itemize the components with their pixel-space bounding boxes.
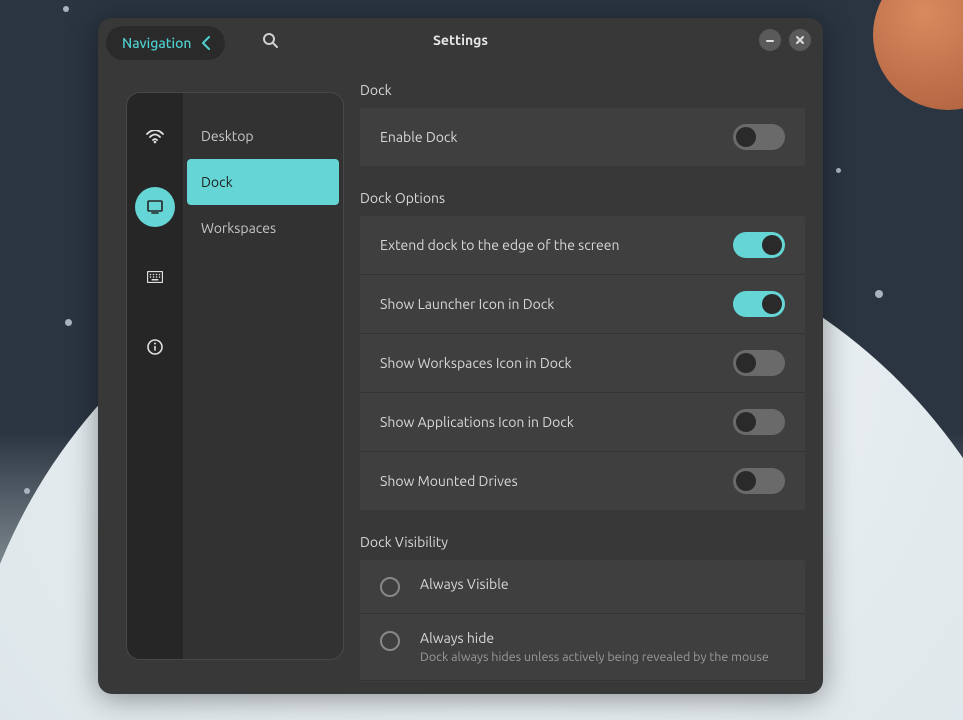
search-icon bbox=[262, 32, 278, 48]
row-label: Show Mounted Drives bbox=[380, 473, 518, 489]
row-extend-dock: Extend dock to the edge of the screen bbox=[360, 216, 805, 275]
titlebar: Navigation Settings bbox=[98, 18, 823, 62]
row-label: Show Workspaces Icon in Dock bbox=[380, 355, 572, 371]
sidebar-subcolumn: Desktop Dock Workspaces bbox=[183, 93, 343, 659]
row-workspaces-icon: Show Workspaces Icon in Dock bbox=[360, 334, 805, 393]
sidebar-item-label: Workspaces bbox=[201, 220, 276, 236]
toggle-mounted-drives[interactable] bbox=[733, 468, 785, 494]
section-dock: Enable Dock bbox=[360, 108, 805, 166]
row-launcher-icon: Show Launcher Icon in Dock bbox=[360, 275, 805, 334]
settings-window: Navigation Settings bbox=[98, 18, 823, 694]
sidebar-item-label: Dock bbox=[201, 174, 233, 190]
search-button[interactable] bbox=[257, 27, 283, 53]
sidebar-item-label: Desktop bbox=[201, 128, 254, 144]
radio-label: Always Visible bbox=[420, 576, 509, 592]
nav-back-button[interactable]: Navigation bbox=[106, 26, 225, 60]
row-applications-icon: Show Applications Icon in Dock bbox=[360, 393, 805, 452]
sidebar-category-wifi[interactable] bbox=[135, 117, 175, 157]
content-pane[interactable]: Dock Enable Dock Dock Options Extend doc… bbox=[344, 62, 819, 682]
toggle-enable-dock[interactable] bbox=[733, 124, 785, 150]
section-options: Extend dock to the edge of the screen Sh… bbox=[360, 216, 805, 510]
sidebar-category-keyboard[interactable] bbox=[135, 257, 175, 297]
info-icon bbox=[147, 339, 163, 355]
sidebar-item-dock[interactable]: Dock bbox=[187, 159, 339, 205]
radio-icon bbox=[380, 631, 400, 651]
section-heading-visibility: Dock Visibility bbox=[360, 528, 819, 560]
keyboard-icon bbox=[147, 271, 163, 283]
minimize-button[interactable] bbox=[759, 29, 781, 51]
radio-intelligently-hide[interactable]: Intelligently hide Dock hides when any w… bbox=[360, 681, 805, 682]
window-title: Settings bbox=[433, 32, 488, 48]
sidebar-item-desktop[interactable]: Desktop bbox=[183, 113, 343, 159]
toggle-applications-icon[interactable] bbox=[733, 409, 785, 435]
row-mounted-drives: Show Mounted Drives bbox=[360, 452, 805, 510]
section-heading-dock: Dock bbox=[360, 76, 819, 108]
nav-label: Navigation bbox=[122, 35, 191, 51]
chevron-left-icon bbox=[201, 36, 211, 50]
sidebar-category-info[interactable] bbox=[135, 327, 175, 367]
toggle-extend-dock[interactable] bbox=[733, 232, 785, 258]
toggle-launcher-icon[interactable] bbox=[733, 291, 785, 317]
minimize-icon bbox=[765, 35, 775, 45]
row-label: Enable Dock bbox=[380, 129, 458, 145]
toggle-workspaces-icon[interactable] bbox=[733, 350, 785, 376]
close-button[interactable] bbox=[789, 29, 811, 51]
wifi-icon bbox=[146, 130, 164, 144]
sidebar-icon-column bbox=[127, 93, 183, 659]
sidebar-category-display[interactable] bbox=[135, 187, 175, 227]
close-icon bbox=[795, 35, 805, 45]
row-label: Show Launcher Icon in Dock bbox=[380, 296, 554, 312]
radio-icon bbox=[380, 577, 400, 597]
radio-label: Always hide bbox=[420, 630, 769, 646]
row-label: Extend dock to the edge of the screen bbox=[380, 237, 620, 253]
radio-always-visible[interactable]: Always Visible bbox=[360, 560, 805, 614]
display-icon bbox=[147, 200, 163, 214]
sidebar: Desktop Dock Workspaces bbox=[126, 92, 344, 660]
row-label: Show Applications Icon in Dock bbox=[380, 414, 574, 430]
sidebar-item-workspaces[interactable]: Workspaces bbox=[183, 205, 343, 251]
radio-sublabel: Dock always hides unless actively being … bbox=[420, 650, 769, 664]
section-visibility: Always Visible Always hide Dock always h… bbox=[360, 560, 805, 682]
radio-always-hide[interactable]: Always hide Dock always hides unless act… bbox=[360, 614, 805, 681]
section-heading-options: Dock Options bbox=[360, 184, 819, 216]
row-enable-dock: Enable Dock bbox=[360, 108, 805, 166]
